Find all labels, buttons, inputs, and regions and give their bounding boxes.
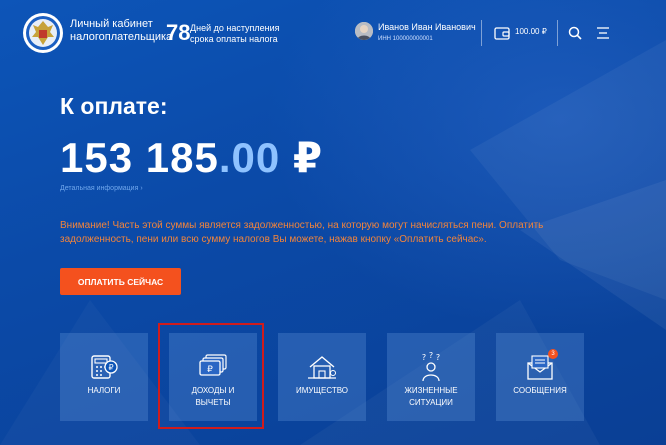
amount-main: 153 185 [60, 134, 219, 181]
header-divider [557, 20, 558, 46]
tile-taxes[interactable]: ₽ НАЛОГИ [60, 333, 148, 421]
svg-text:?: ? [429, 351, 433, 360]
payment-amount: 153 185.00 ₽ [60, 134, 323, 182]
payment-title: К оплате: [60, 93, 168, 119]
unread-count-badge: 3 [548, 349, 558, 359]
tile-label: СООБЩЕНИЯ [513, 386, 567, 395]
amount-decimal: .00 [218, 134, 281, 181]
tile-label: ЖИЗНЕННЫЕ [404, 386, 458, 395]
fns-emblem-logo[interactable] [22, 12, 64, 54]
calculator-icon: ₽ [91, 355, 118, 379]
tile-label: ИМУЩЕСТВО [295, 386, 349, 395]
menu-icon[interactable] [596, 27, 610, 39]
days-until-payment-text: Дней до наступления срока оплаты налога [190, 23, 280, 44]
user-photo-icon [355, 22, 373, 40]
balance-amount[interactable]: 100.00 ₽ [515, 27, 547, 36]
days-count: 78 [166, 20, 191, 45]
header: Личный кабинет налогоплательщика 78 Дней… [0, 0, 666, 62]
house-icon [308, 356, 336, 379]
user-name[interactable]: Иванов Иван Иванович [378, 22, 476, 32]
tile-property[interactable]: ИМУЩЕСТВО [278, 333, 366, 421]
pay-now-button[interactable]: ОПЛАТИТЬ СЕЙЧАС [60, 268, 181, 295]
avatar[interactable] [355, 22, 373, 40]
user-inn: ИНН 100000000001 [378, 36, 433, 42]
svg-text:₽: ₽ [108, 363, 113, 372]
svg-text:?: ? [422, 353, 426, 362]
cabinet-title: Личный кабинет налогоплательщика [70, 18, 173, 43]
tile-life-situations[interactable]: ? ? ? ЖИЗНЕННЫЕ СИТУАЦИИ [387, 333, 475, 421]
currency-sign: ₽ [292, 134, 324, 181]
tile-messages[interactable]: СООБЩЕНИЯ 3 [496, 333, 584, 421]
wallet-icon[interactable] [494, 26, 510, 40]
debt-warning: Внимание! Часть этой суммы является задо… [60, 220, 544, 245]
search-icon[interactable] [568, 26, 582, 40]
header-divider [481, 20, 482, 46]
tile-label: СИТУАЦИИ [409, 398, 453, 407]
tile-label: НАЛОГИ [87, 386, 121, 395]
people-question-icon: ? ? ? [422, 351, 440, 382]
svg-text:?: ? [436, 353, 440, 362]
highlight-box [158, 323, 264, 429]
detail-info-link[interactable]: Детальная информация › [60, 185, 143, 192]
